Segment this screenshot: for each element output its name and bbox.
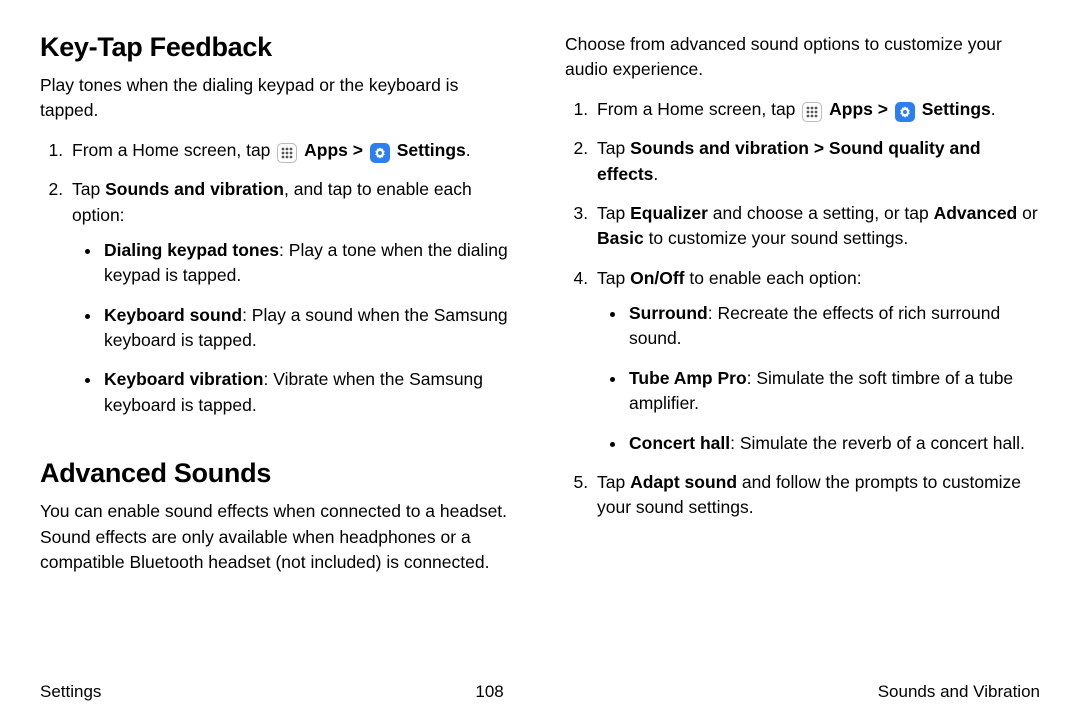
rs1-settings: Settings	[922, 99, 991, 119]
steps-advanced: From a Home screen, tap Apps > Settings.…	[565, 97, 1040, 521]
bullet-dialing: Dialing keypad tones: Play a tone when t…	[102, 238, 515, 289]
intro-advanced: You can enable sound effects when connec…	[40, 499, 515, 575]
step2-a: Tap	[72, 179, 105, 199]
b2-a: Keyboard sound	[104, 305, 242, 325]
steps-keytap: From a Home screen, tap Apps > Settings.…	[40, 138, 515, 418]
rstep-3: Tap Equalizer and choose a setting, or t…	[593, 201, 1040, 252]
step-2: Tap Sounds and vibration, and tap to ena…	[68, 177, 515, 418]
footer-left: Settings	[40, 682, 101, 702]
bullet-surround: Surround: Recreate the effects of rich s…	[627, 301, 1040, 352]
advanced-bullets: Surround: Recreate the effects of rich s…	[597, 301, 1040, 456]
footer-right: Sounds and Vibration	[878, 682, 1040, 702]
left-column: Key-Tap Feedback Play tones when the dia…	[40, 32, 515, 672]
rs5-b: Adapt sound	[630, 472, 737, 492]
rs3-f: Basic	[597, 228, 644, 248]
bullet-keyboard-vibration: Keyboard vibration: Vibrate when the Sam…	[102, 367, 515, 418]
rs1-apps: Apps	[829, 99, 873, 119]
rb1-a: Surround	[629, 303, 708, 323]
rs1-sep: >	[873, 99, 893, 119]
step1-settings-label: Settings	[397, 140, 466, 160]
apps-icon	[277, 143, 297, 163]
rs1-end: .	[991, 99, 996, 119]
keytap-bullets: Dialing keypad tones: Play a tone when t…	[72, 238, 515, 418]
footer-page-number: 108	[475, 682, 503, 702]
heading-keytap: Key-Tap Feedback	[40, 32, 515, 63]
step-1: From a Home screen, tap Apps > Settings.	[68, 138, 515, 163]
b1-a: Dialing keypad tones	[104, 240, 279, 260]
step2-b: Sounds and vibration	[105, 179, 284, 199]
rs3-g: to customize your sound settings.	[644, 228, 909, 248]
rs5-a: Tap	[597, 472, 630, 492]
b3-a: Keyboard vibration	[104, 369, 263, 389]
apps-icon	[802, 102, 822, 122]
right-intro: Choose from advanced sound options to cu…	[565, 32, 1040, 83]
settings-icon	[370, 143, 390, 163]
rstep-1: From a Home screen, tap Apps > Settings.	[593, 97, 1040, 122]
rs4-b: On/Off	[630, 268, 684, 288]
settings-icon	[895, 102, 915, 122]
rstep-4: Tap On/Off to enable each option: Surrou…	[593, 266, 1040, 456]
rb3-b: : Simulate the reverb of a concert hall.	[730, 433, 1025, 453]
rstep-5: Tap Adapt sound and follow the prompts t…	[593, 470, 1040, 521]
bullet-keyboard-sound: Keyboard sound: Play a sound when the Sa…	[102, 303, 515, 354]
bullet-concert: Concert hall: Simulate the reverb of a c…	[627, 431, 1040, 456]
rb3-a: Concert hall	[629, 433, 730, 453]
step1-sep: >	[348, 140, 368, 160]
rb2-a: Tube Amp Pro	[629, 368, 747, 388]
intro-keytap: Play tones when the dialing keypad or th…	[40, 73, 515, 124]
rs4-c: to enable each option:	[685, 268, 862, 288]
rstep-2: Tap Sounds and vibration > Sound quality…	[593, 136, 1040, 187]
rs1-a: From a Home screen, tap	[597, 99, 800, 119]
bullet-tubeamp: Tube Amp Pro: Simulate the soft timbre o…	[627, 366, 1040, 417]
rs3-c: and choose a setting, or tap	[708, 203, 934, 223]
step1-end: .	[466, 140, 471, 160]
page-footer: Settings 108 Sounds and Vibration	[40, 682, 1040, 702]
rs3-b: Equalizer	[630, 203, 708, 223]
step1-text-a: From a Home screen, tap	[72, 140, 275, 160]
rs2-a: Tap	[597, 138, 630, 158]
right-column: Choose from advanced sound options to cu…	[565, 32, 1040, 672]
heading-advanced: Advanced Sounds	[40, 458, 515, 489]
rs3-d: Advanced	[934, 203, 1018, 223]
rs4-a: Tap	[597, 268, 630, 288]
step1-apps-label: Apps	[304, 140, 348, 160]
rs3-a: Tap	[597, 203, 630, 223]
rs3-e: or	[1017, 203, 1037, 223]
rs2-c: .	[653, 164, 658, 184]
